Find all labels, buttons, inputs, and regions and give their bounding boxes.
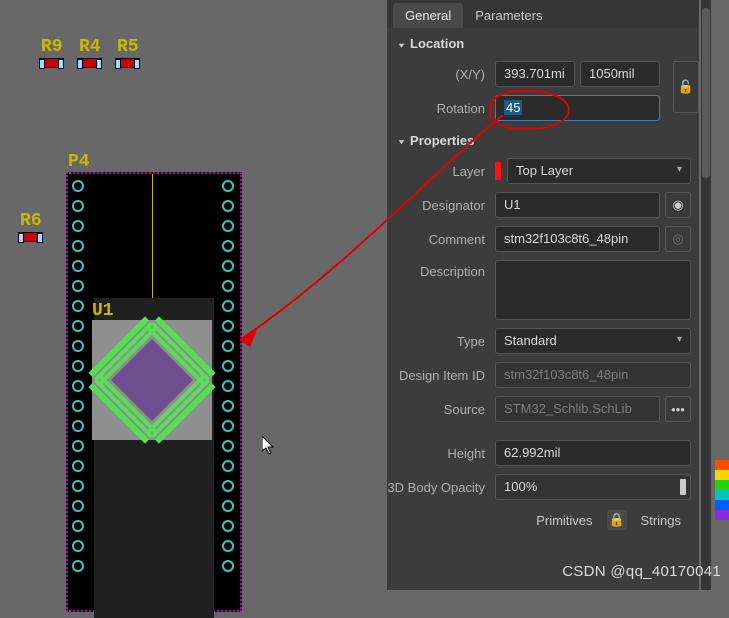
pad[interactable] (222, 560, 234, 572)
y-input[interactable]: 1050mil (580, 61, 660, 87)
design-item-input: stm32f103c8t6_48pin (495, 362, 691, 388)
eye-icon: ◉ (672, 197, 683, 213)
comment-input[interactable]: stm32f103c8t6_48pin (495, 226, 660, 252)
pad[interactable] (222, 220, 234, 232)
pad[interactable] (222, 320, 234, 332)
pad[interactable] (72, 400, 84, 412)
pad[interactable] (72, 520, 84, 532)
designator-visibility-button[interactable]: ◉ (665, 192, 691, 218)
pad[interactable] (222, 360, 234, 372)
pad[interactable] (222, 480, 234, 492)
primitives-label: Primitives (536, 513, 592, 528)
pad[interactable] (222, 460, 234, 472)
pad[interactable] (72, 200, 84, 212)
designator-r9: R9 (41, 38, 63, 56)
pad[interactable] (222, 280, 234, 292)
pad[interactable] (72, 480, 84, 492)
watermark: CSDN @qq_40170041 (562, 563, 721, 580)
panel-scrollbar[interactable] (701, 0, 711, 590)
pad[interactable] (72, 240, 84, 252)
pad[interactable] (72, 220, 84, 232)
more-icon: ••• (671, 402, 685, 417)
layer-select[interactable]: Top Layer (507, 158, 691, 184)
eye-off-icon: ◎ (672, 231, 683, 247)
pad[interactable] (222, 340, 234, 352)
pad[interactable] (72, 500, 84, 512)
layer-color-gadget[interactable] (715, 460, 729, 520)
pad[interactable] (72, 280, 84, 292)
location-lock-button[interactable]: 🔓 (673, 61, 699, 113)
designator-input[interactable]: U1 (495, 192, 660, 218)
source-label: Source (387, 402, 495, 417)
designator-r4: R4 (79, 38, 101, 56)
component-r9[interactable] (39, 58, 64, 68)
designator-label: Designator (387, 198, 495, 213)
pad[interactable] (72, 340, 84, 352)
type-label: Type (387, 334, 495, 349)
xy-label: (X/Y) (387, 67, 495, 82)
source-browse-button[interactable]: ••• (665, 396, 691, 422)
source-input: STM32_Schlib.SchLib (495, 396, 660, 422)
primitives-lock-button[interactable]: 🔒 (607, 510, 627, 530)
chip-pins (152, 380, 153, 381)
pad[interactable] (72, 440, 84, 452)
properties-panel: General Parameters Location (X/Y) 393.70… (387, 0, 699, 590)
pad[interactable] (72, 180, 84, 192)
type-select[interactable]: Standard (495, 328, 691, 354)
designator-r6: R6 (20, 212, 42, 230)
description-label: Description (387, 260, 495, 279)
lock-closed-icon: 🔒 (608, 512, 624, 528)
x-input[interactable]: 393.701mi (495, 61, 575, 87)
pad[interactable] (72, 320, 84, 332)
tab-parameters[interactable]: Parameters (463, 3, 554, 28)
component-r5[interactable] (115, 58, 140, 68)
design-item-label: Design Item ID (387, 368, 495, 383)
lock-open-icon: 🔓 (678, 79, 694, 95)
pad[interactable] (222, 420, 234, 432)
section-properties[interactable]: Properties (387, 125, 699, 154)
pad[interactable] (222, 540, 234, 552)
tab-general[interactable]: General (393, 3, 463, 28)
pad[interactable] (72, 380, 84, 392)
mouse-cursor-icon (262, 436, 276, 456)
pad[interactable] (72, 540, 84, 552)
height-label: Height (387, 446, 495, 461)
comment-label: Comment (387, 232, 495, 247)
pad[interactable] (222, 200, 234, 212)
section-location[interactable]: Location (387, 28, 699, 57)
pad[interactable] (222, 300, 234, 312)
scrollbar-thumb[interactable] (702, 8, 710, 178)
pad[interactable] (222, 380, 234, 392)
opacity-label: 3D Body Opacity (387, 480, 495, 495)
pad[interactable] (222, 260, 234, 272)
pad[interactable] (72, 300, 84, 312)
slider-thumb[interactable] (680, 479, 686, 495)
tab-bar: General Parameters (387, 0, 699, 28)
pad[interactable] (222, 440, 234, 452)
annotation-circle (490, 90, 570, 130)
layer-label: Layer (387, 164, 495, 179)
component-r6[interactable] (18, 232, 43, 242)
component-r4[interactable] (77, 58, 102, 68)
rotation-label: Rotation (387, 101, 495, 116)
pad[interactable] (222, 500, 234, 512)
pad[interactable] (72, 260, 84, 272)
pad[interactable] (72, 420, 84, 432)
designator-r5: R5 (117, 38, 139, 56)
pad[interactable] (222, 180, 234, 192)
strings-label: Strings (641, 513, 681, 528)
pad[interactable] (222, 240, 234, 252)
designator-p4: P4 (68, 153, 90, 171)
layer-color-swatch (495, 162, 501, 180)
pad[interactable] (72, 460, 84, 472)
opacity-slider[interactable]: 100% (495, 474, 691, 500)
pad[interactable] (72, 560, 84, 572)
pad[interactable] (222, 520, 234, 532)
pad[interactable] (222, 400, 234, 412)
designator-u1: U1 (92, 302, 114, 320)
comment-visibility-button[interactable]: ◎ (665, 226, 691, 252)
description-input[interactable] (495, 260, 691, 320)
height-input[interactable]: 62.992mil (495, 440, 691, 466)
pad[interactable] (72, 360, 84, 372)
